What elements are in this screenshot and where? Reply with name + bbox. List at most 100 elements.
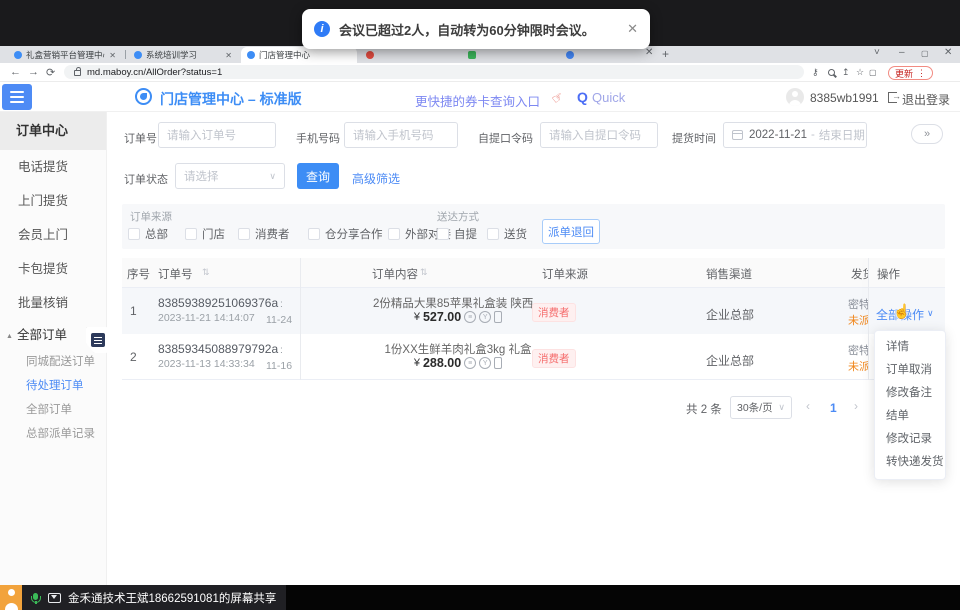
order-status-select[interactable]: 请选择 ∨ [175,163,285,189]
menu-item-edit-remark[interactable]: 修改备注 [875,382,945,405]
window-minimize-button[interactable]: – [899,47,905,58]
platform-icon[interactable]: Y [479,357,491,369]
menu-item-cancel-order[interactable]: 订单取消 [875,359,945,382]
note-icon[interactable]: ≡ [464,357,476,369]
placeholder: 请输入订单号 [167,127,236,143]
mobile-icon[interactable] [494,311,502,323]
menu-item-details[interactable]: 详情 [875,336,945,359]
bookmark-star-icon[interactable]: ☆ [856,67,864,78]
order-no-input[interactable]: 请输入订单号 [158,122,276,148]
sidebar-subitem-city-delivery[interactable]: 同城配送订单 [0,350,106,374]
ship-status-line2: 未派 [848,358,868,374]
browser-update-button[interactable]: 更新 ⋮ [888,66,933,80]
reload-button[interactable]: ⟳ [46,66,55,79]
sidebar-item-member-visit[interactable]: 会员上门 [0,218,106,252]
coupon-query-link[interactable]: 更快捷的券卡查询入口 [415,91,540,110]
sidebar-item-door-pickup[interactable]: 上门提货 [0,184,106,218]
platform-icon[interactable]: Y [479,311,491,323]
mobile-icon[interactable] [494,357,502,369]
sidebar-item-batch-verify[interactable]: 批量核销 [0,286,106,320]
quick-label[interactable]: Quick [592,90,625,105]
browser-tab-5[interactable] [462,47,557,63]
tab-close-icon[interactable]: ✕ [645,47,653,58]
menu-item-switch-express[interactable]: 转快递发货 [875,451,945,474]
sidebar-subitem-all-orders[interactable]: 全部订单 [0,398,106,422]
url-input[interactable]: md.maboy.cn/AllOrder?status=1 [64,65,804,79]
order-time: 2023-11-21 14:14:07 [158,312,255,324]
list-icon [91,333,105,347]
browser-menu-chevron-icon[interactable]: ˅ [874,47,880,58]
checkbox-box[interactable] [185,228,197,240]
page-size-select[interactable]: 30条/页 ∨ [730,396,792,419]
note-icon[interactable]: ≡ [464,311,476,323]
toast-close-icon[interactable]: ✕ [627,21,638,37]
next-page-button[interactable]: › [854,399,858,413]
checkbox-hq[interactable]: 总部 [128,226,168,242]
back-button[interactable]: ← [10,66,21,78]
price-line: ¥ 288.00 ≡ Y [358,356,558,370]
pickup-time-range-input[interactable]: 2022-11-21 - 结束日期 [723,122,867,148]
quick-search-icon[interactable]: Q [577,89,588,105]
advanced-filter-link[interactable]: 高级筛选 [352,170,400,187]
checkbox-warehouse-share[interactable]: 仓分享合作 [308,226,383,242]
browser-tab-2[interactable]: 系统培训学习 ✕ [128,47,238,63]
sort-icon[interactable]: ⇅ [202,267,210,278]
phone-input[interactable]: 请输入手机号码 [344,122,458,148]
checkbox-box[interactable] [128,228,140,240]
share-icon[interactable]: ↥ [842,67,850,78]
tab-separator [125,50,126,59]
forward-button[interactable]: → [28,66,39,78]
browser-tab-4[interactable] [360,47,455,63]
key-icon[interactable]: ⚷ [812,67,819,78]
checkbox-box[interactable] [487,228,499,240]
sidebar-item-card-pickup[interactable]: 卡包提货 [0,252,106,286]
clipped-column-fragment: 11-16 [266,360,292,372]
more-menu-icon[interactable]: ⋮ [917,68,926,79]
side-panel-icon[interactable]: ▢ [869,68,877,77]
logout-icon [888,92,897,103]
col-action: 操作 [877,266,900,282]
current-page[interactable]: 1 [830,401,837,415]
pickup-code-input[interactable]: 请输入自提口令码 [540,122,658,148]
browser-tab-6[interactable] [560,47,650,63]
zoom-icon[interactable] [828,69,835,76]
window-maximize-button[interactable]: ▢ [921,49,929,58]
order-time: 2023-11-13 14:33:34 [158,358,255,370]
sidebar-item-phone-pickup[interactable]: 电话提货 [0,150,106,184]
browser-tab-3-active[interactable]: 门店管理中心 [241,47,357,63]
checkbox-label: 消费者 [255,226,290,242]
tab-close-icon[interactable]: ✕ [225,51,232,60]
menu-item-edit-history[interactable]: 修改记录 [875,428,945,451]
checkbox-consumer[interactable]: 消费者 [238,226,290,242]
window-close-button[interactable]: ✕ [944,47,952,58]
price-line: ¥ 527.00 ≡ Y [358,310,558,324]
checkbox-delivery[interactable]: 送货 [487,226,527,242]
site-favicon [247,51,255,59]
checkbox-box[interactable] [308,228,320,240]
tab-close-icon[interactable]: ✕ [109,51,116,60]
checkbox-box[interactable] [388,228,400,240]
menu-item-close-order[interactable]: 结单 [875,405,945,428]
checkbox-box[interactable] [238,228,250,240]
sidebar-subitem-hq-dispatch-log[interactable]: 总部派单记录 [0,422,106,446]
search-button[interactable]: 查询 [297,163,339,189]
browser-tab-1[interactable]: 礼盒营销平台管理中心 ✕ [8,47,122,63]
sidebar-subitem-pending-orders[interactable]: 待处理订单 [0,374,106,398]
order-price: 527.00 [423,310,461,324]
collapse-filters-button[interactable]: » [911,124,943,144]
dispatch-return-button[interactable]: 派单退回 [542,219,600,244]
checkbox-self-pickup[interactable]: 自提 [437,226,477,242]
checkbox-store[interactable]: 门店 [185,226,225,242]
new-tab-button[interactable]: + [662,47,669,61]
start-date-value: 2022-11-21 [749,129,807,141]
source-badge: 消费者 [532,349,576,368]
order-number: 83859389251069376a [158,296,278,310]
sort-icon[interactable]: ⇅ [420,267,428,278]
col-content: 订单内容 [372,266,418,282]
prev-page-button[interactable]: ‹ [806,399,810,413]
checkbox-box[interactable] [437,228,449,240]
end-date-placeholder: 结束日期 [819,127,865,143]
logout-button[interactable]: 退出登录 [902,91,950,108]
source-badge: 消费者 [532,303,576,322]
hamburger-menu-button[interactable] [2,84,32,110]
